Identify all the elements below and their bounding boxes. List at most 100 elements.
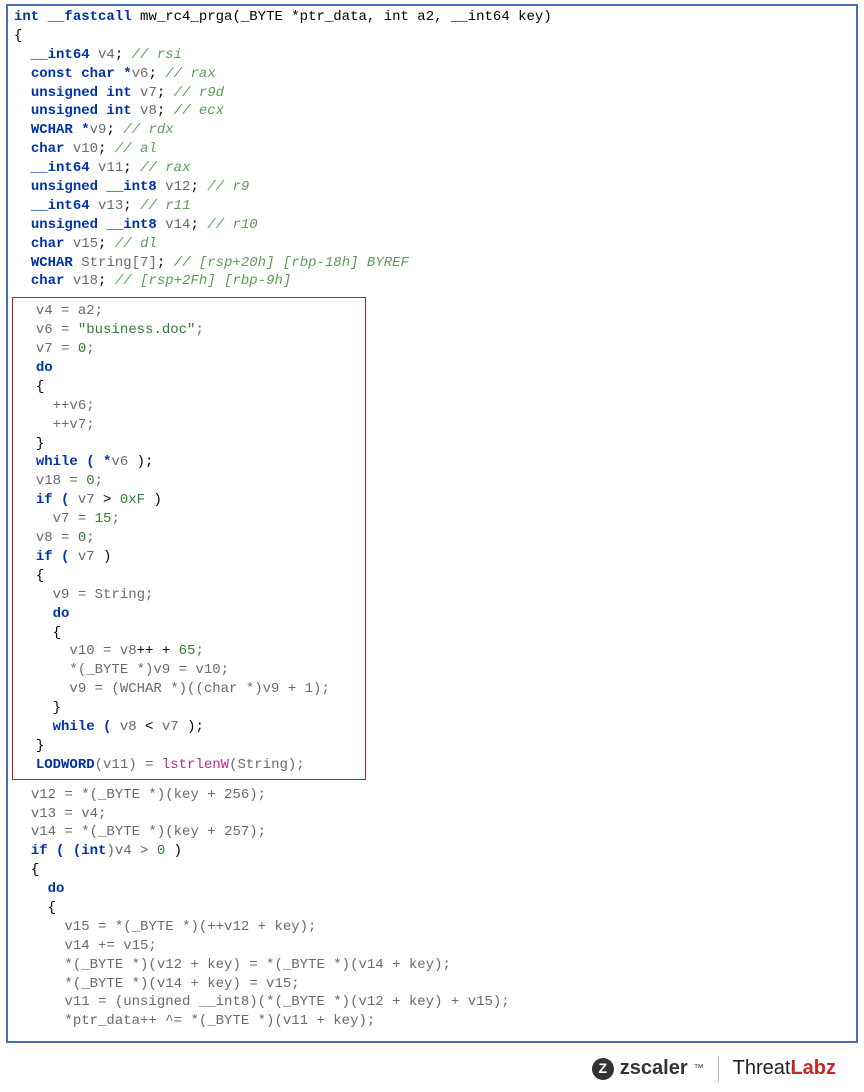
num: 15 <box>95 511 112 527</box>
decl-name: v8 <box>140 103 157 119</box>
kw-do: do <box>53 606 70 622</box>
decl-name: v7 <box>140 85 157 101</box>
stmt: ++ + <box>137 643 179 659</box>
brace: { <box>53 625 61 641</box>
brace: } <box>36 738 44 754</box>
fn-call: lstrlenW <box>162 757 229 773</box>
kw-if: if ( <box>36 549 78 565</box>
decl-cmt: // al <box>115 141 157 157</box>
branding-footer: Z zscaler ™ ThreatLabz <box>0 1043 864 1092</box>
sig-params: (_BYTE *ptr_data, int a2, __int64 key) <box>232 9 551 25</box>
decl-cmt: // ecx <box>174 103 224 119</box>
stmt: ); <box>128 454 153 470</box>
num: 0 <box>78 530 86 546</box>
stmt: ); <box>179 719 204 735</box>
num: 0xF <box>120 492 145 508</box>
num: 0 <box>86 473 94 489</box>
decl-cmt: // r10 <box>207 217 257 233</box>
brace: { <box>48 900 56 916</box>
stmt: v12 = *(_BYTE *)(key + 256); <box>31 787 266 803</box>
brace: { <box>31 862 39 878</box>
decl-type: const char * <box>31 66 132 82</box>
num: 65 <box>179 643 196 659</box>
decl-name: v6 <box>132 66 149 82</box>
stmt: v4 = a2; <box>36 303 103 319</box>
string-literal: "business.doc" <box>78 322 196 338</box>
decl-name: v18 <box>73 273 98 289</box>
decl-cmt: // rsi <box>132 47 182 63</box>
stmt: v7 = <box>36 341 78 357</box>
decl-cmt: // r11 <box>140 198 190 214</box>
decl-type: WCHAR * <box>31 122 90 138</box>
kw-if: if ( ( <box>31 843 81 859</box>
decl-type: char <box>31 141 65 157</box>
stmt: v8 <box>120 643 137 659</box>
brace: { <box>36 568 44 584</box>
threat-text: Threat <box>733 1057 791 1079</box>
stmt: v18 = <box>36 473 86 489</box>
stmt: ) <box>165 843 182 859</box>
decl-name: v9 <box>90 122 107 138</box>
stmt: v14 = *(_BYTE *)(key + 257); <box>31 824 266 840</box>
stmt: v7 <box>162 719 179 735</box>
threatlabz-logo: ThreatLabz <box>733 1055 836 1082</box>
stmt: ; <box>86 530 94 546</box>
sig-ret: int <box>14 9 39 25</box>
sig-name: mw_rc4_prga <box>140 9 232 25</box>
decl-type: unsigned __int8 <box>31 179 157 195</box>
decl-name: v12 <box>165 179 190 195</box>
decl-cmt: // rax <box>165 66 215 82</box>
stmt: v6 <box>111 454 128 470</box>
stmt: ; <box>195 643 203 659</box>
brace: { <box>36 379 44 395</box>
stmt: v8 <box>120 719 137 735</box>
highlighted-code: v4 = a2; v6 = "business.doc"; v7 = 0; do… <box>19 302 359 774</box>
zscaler-icon: Z <box>592 1058 614 1080</box>
decl-cmt: // r9 <box>207 179 249 195</box>
macro: LODWORD <box>36 757 95 773</box>
decl-type: __int64 <box>31 47 90 63</box>
decl-name: v13 <box>98 198 123 214</box>
stmt: v7 = <box>53 511 95 527</box>
zscaler-logo: Z zscaler ™ <box>592 1055 704 1082</box>
stmt: v7 <box>78 492 95 508</box>
decl-name: v10 <box>73 141 98 157</box>
stmt: ++v7; <box>53 417 95 433</box>
decl-name: v15 <box>73 236 98 252</box>
decl-name: v4 <box>98 47 115 63</box>
stmt: v8 = <box>36 530 78 546</box>
code-tail: v12 = *(_BYTE *)(key + 256); v13 = v4; v… <box>14 786 850 1032</box>
stmt: v9 = String; <box>53 587 154 603</box>
decl-type: __int64 <box>31 198 90 214</box>
decl-type: WCHAR <box>31 255 73 271</box>
num: 0 <box>78 341 86 357</box>
stmt: *(_BYTE *)v9 = v10; <box>69 662 229 678</box>
decl-type: unsigned int <box>31 85 132 101</box>
stmt: > <box>95 492 120 508</box>
kw-if: if ( <box>36 492 78 508</box>
decl-cmt: // [rsp+2Fh] [rbp-9h] <box>115 273 291 289</box>
decl-type: __int64 <box>31 160 90 176</box>
decl-cmt: // rax <box>140 160 190 176</box>
decl-type: char <box>31 273 65 289</box>
sig-cc: __fastcall <box>48 9 132 25</box>
stmt: (v11) = <box>95 757 162 773</box>
code-block: int __fastcall mw_rc4_prga(_BYTE *ptr_da… <box>14 8 850 291</box>
decl-cmt: // dl <box>115 236 157 252</box>
decl-type: unsigned int <box>31 103 132 119</box>
kw-while: while ( <box>53 719 120 735</box>
brace: } <box>53 700 61 716</box>
zscaler-text: zscaler <box>620 1055 688 1082</box>
stmt: (String); <box>229 757 305 773</box>
stmt: ) <box>95 549 112 565</box>
decl-type: unsigned __int8 <box>31 217 157 233</box>
trademark: ™ <box>694 1062 704 1076</box>
decl-cmt: // [rsp+20h] [rbp-18h] BYREF <box>174 255 409 271</box>
decl-type: char <box>31 236 65 252</box>
stmt: v11 = (unsigned __int8)(*(_BYTE *)(v12 +… <box>64 994 509 1010</box>
stmt: v14 += v15; <box>64 938 156 954</box>
stmt: v10 = <box>69 643 119 659</box>
stmt: ; <box>111 511 119 527</box>
stmt: *(_BYTE *)(v14 + key) = v15; <box>64 976 299 992</box>
stmt: v15 = *(_BYTE *)(++v12 + key); <box>64 919 316 935</box>
